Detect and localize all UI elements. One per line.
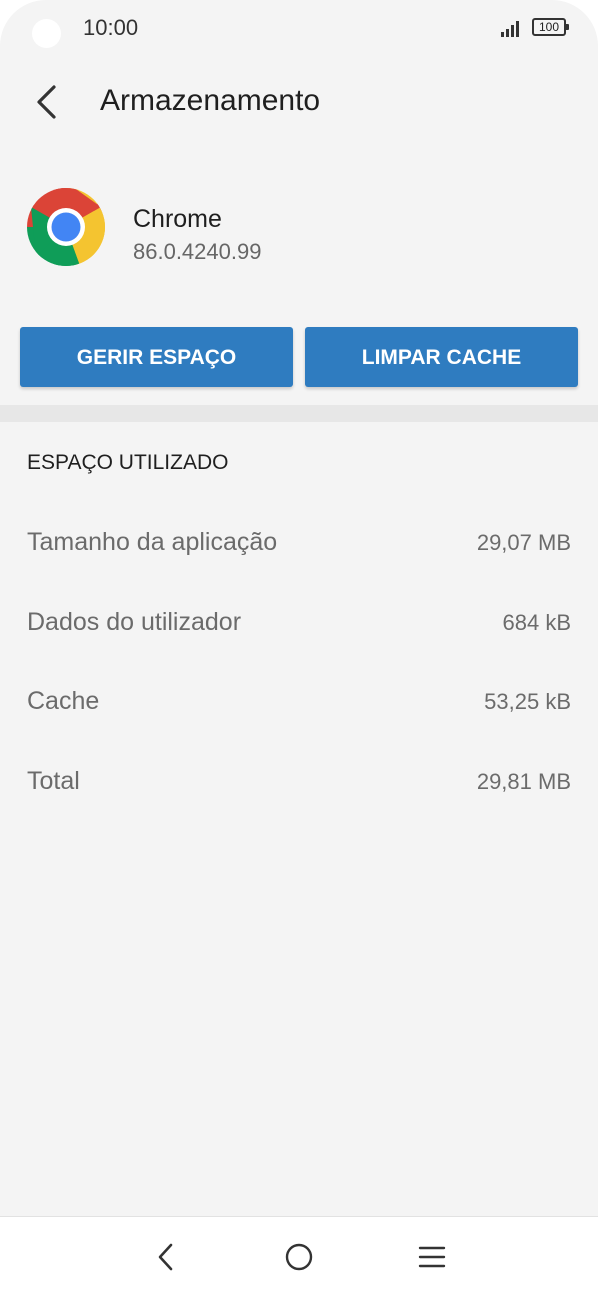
row-label: Cache: [27, 687, 100, 715]
section-title: ESPAÇO UTILIZADO: [27, 451, 229, 474]
storage-row-user-data: Dados do utilizador 684 kB: [0, 608, 598, 648]
storage-row-app-size: Tamanho da aplicação 29,07 MB: [0, 528, 598, 568]
storage-row-cache: Cache 53,25 kB: [0, 687, 598, 727]
clear-cache-button[interactable]: LIMPAR CACHE: [305, 327, 578, 387]
nav-home-icon[interactable]: [279, 1237, 319, 1277]
row-value: 53,25 kB: [484, 689, 571, 714]
manage-space-button[interactable]: GERIR ESPAÇO: [20, 327, 293, 387]
storage-row-total: Total 29,81 MB: [0, 767, 598, 807]
row-label: Tamanho da aplicação: [27, 528, 278, 556]
row-value: 29,81 MB: [476, 769, 571, 794]
chevron-left-icon[interactable]: [30, 82, 66, 122]
page-title: Armazenamento: [100, 84, 321, 117]
chrome-logo-icon: [26, 187, 106, 267]
row-value: 684 kB: [502, 610, 572, 635]
signal-icon: [501, 21, 521, 37]
app-version: 86.0.4240.99: [133, 239, 262, 264]
app-bar: Armazenamento: [0, 70, 598, 134]
nav-menu-icon[interactable]: [412, 1237, 452, 1277]
section-divider: [0, 405, 598, 422]
battery-icon: 100: [532, 18, 569, 36]
app-name: Chrome: [133, 205, 222, 233]
nav-back-icon[interactable]: [146, 1237, 186, 1277]
row-label: Total: [27, 767, 80, 795]
app-info: Chrome 86.0.4240.99: [0, 183, 598, 273]
row-value: 29,07 MB: [476, 530, 571, 555]
screen: 10:00 100 Armazenamento Chrome 86.0.4240…: [0, 0, 598, 1295]
navigation-bar: [0, 1216, 598, 1295]
camera-cutout: [32, 19, 61, 48]
status-bar: 10:00 100: [0, 0, 598, 56]
row-label: Dados do utilizador: [27, 608, 242, 636]
status-time: 10:00: [83, 15, 139, 40]
